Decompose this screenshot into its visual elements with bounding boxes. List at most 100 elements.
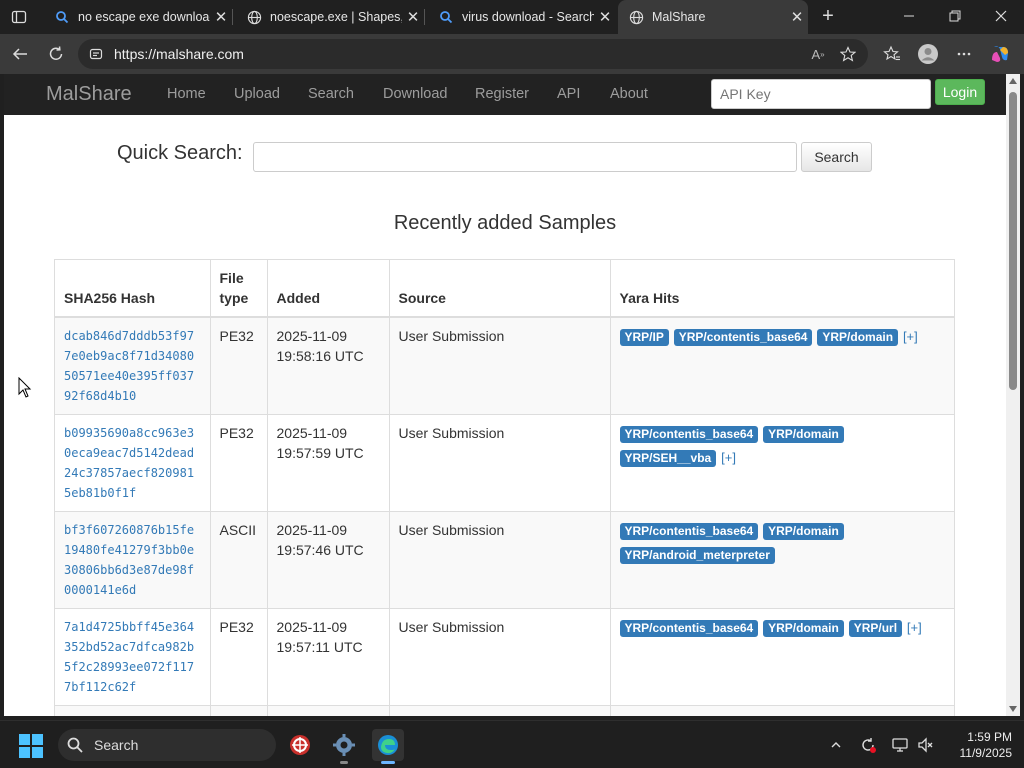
added-cell: 2025-11-09 19:57:59 UTC (267, 414, 390, 512)
nav-search[interactable]: Search (308, 86, 354, 102)
hash-link[interactable]: dcab846d7dddb53f977e0eb9ac8f71d340805057… (64, 326, 201, 406)
search-icon (438, 9, 454, 25)
taskbar-search-label: Search (94, 737, 139, 753)
search-icon (54, 9, 70, 25)
close-tab-icon[interactable]: ✕ (210, 6, 232, 28)
samples-heading: Recently added Samples (393, 212, 617, 234)
taskbar-app-red-icon[interactable] (284, 729, 316, 761)
web-page: MalShare Home Upload Search Download Reg… (4, 74, 1006, 716)
url-field[interactable]: https://malshare.com A» (78, 39, 868, 69)
volume-muted-icon[interactable] (916, 735, 936, 755)
show-hidden-icons-chevron-icon[interactable] (826, 735, 846, 755)
yara-tag[interactable]: YRP/url (848, 620, 903, 637)
yara-tag[interactable]: YRP/domain (763, 620, 844, 637)
site-info-icon[interactable] (88, 46, 104, 62)
tab-separator (232, 9, 233, 25)
column-header-added: Added (267, 260, 390, 318)
yara-tag[interactable]: YRP/contentis_base64 (619, 523, 759, 540)
yara-tag[interactable]: YRP/domain (763, 426, 844, 443)
tab-no-escape-search[interactable]: no escape exe download ✕ (44, 2, 233, 32)
minimize-icon[interactable] (886, 0, 932, 32)
yara-tag[interactable]: YRP/IP (619, 329, 669, 346)
yara-tag[interactable]: YRP/android_meterpreter (619, 547, 775, 564)
file-type-cell: PE32 (210, 414, 268, 512)
nav-home[interactable]: Home (167, 86, 206, 102)
hash-link[interactable]: 7a1d4725bbff45e364352bd52ac7dfca982b5f2c… (64, 617, 201, 697)
yara-tag[interactable]: YRP/domain (817, 329, 899, 346)
tab-virus-download-search[interactable]: virus download - Search ✕ (428, 2, 616, 32)
added-cell: 2025-11-09 19:57:11 UTC (267, 608, 390, 706)
nav-download[interactable]: Download (383, 86, 448, 102)
windows-start-icon[interactable] (18, 733, 44, 759)
nav-about[interactable]: About (610, 86, 648, 102)
copilot-icon[interactable] (988, 42, 1012, 66)
tab-label: MalShare (652, 10, 706, 24)
expand-tags-link[interactable]: [+] (721, 450, 736, 465)
back-icon[interactable] (8, 42, 32, 66)
favorites-icon[interactable] (880, 42, 904, 66)
close-window-icon[interactable] (978, 0, 1024, 32)
favorite-star-icon[interactable] (838, 44, 858, 64)
tab-actions-icon[interactable] (4, 4, 34, 30)
profile-avatar[interactable] (916, 42, 940, 66)
tab-noescape-shapes[interactable]: noescape.exe | Shapes, I ✕ (236, 2, 425, 32)
new-tab-icon[interactable]: + (816, 4, 840, 28)
windows-taskbar: Search 1:59 PM 11/9/2025 (0, 720, 1024, 768)
nav-register[interactable]: Register (475, 86, 529, 102)
table-row: b09935690a8cc963e30eca9eac7d5142dead24c3… (55, 414, 954, 512)
hash-link[interactable]: b09935690a8cc963e30eca9eac7d5142dead24c3… (64, 423, 201, 503)
tab-label: no escape exe download (78, 10, 210, 24)
yara-tag[interactable]: YRP/contentis_base64 (619, 426, 759, 443)
site-brand-link[interactable]: MalShare (46, 83, 132, 106)
taskbar-settings-icon[interactable] (328, 729, 360, 764)
network-icon[interactable] (890, 735, 910, 755)
running-indicator (340, 761, 348, 764)
close-tab-icon[interactable]: ✕ (786, 6, 808, 28)
api-key-input[interactable] (711, 79, 931, 109)
tab-malshare[interactable]: MalShare ✕ (618, 0, 808, 34)
scrollbar-thumb[interactable] (1009, 92, 1017, 390)
quick-search-button[interactable]: Search (801, 142, 872, 172)
table-row: bf3f607260876b15fe19480fe41279f3bb0e3080… (55, 511, 954, 609)
added-cell: 2025-11-09 19:57:46 UTC (267, 511, 390, 609)
page-scrollbar[interactable] (1006, 74, 1020, 716)
taskbar-search-box[interactable]: Search (58, 729, 276, 761)
mouse-cursor-icon (18, 377, 32, 398)
site-navbar: MalShare Home Upload Search Download Reg… (4, 74, 1006, 115)
added-cell: 2025-11-09 19:58:16 UTC (267, 317, 390, 415)
more-options-icon[interactable] (952, 42, 976, 66)
taskbar-edge-icon[interactable] (372, 729, 404, 764)
quick-search-input[interactable] (253, 142, 797, 172)
yara-tag[interactable]: YRP/SEH__vba (619, 450, 717, 467)
clock-time: 1:59 PM (967, 730, 1012, 744)
login-button[interactable]: Login (935, 79, 985, 105)
nav-upload[interactable]: Upload (234, 86, 280, 102)
refresh-icon[interactable] (44, 42, 68, 66)
taskbar-clock[interactable]: 1:59 PM 11/9/2025 (940, 729, 1013, 761)
tab-label: virus download - Search (462, 10, 594, 24)
source-cell: User Submission (389, 608, 611, 706)
yara-tag[interactable]: YRP/contentis_base64 (673, 329, 813, 346)
expand-tags-link[interactable]: [+] (903, 329, 918, 344)
nav-api[interactable]: API (557, 86, 580, 102)
yara-tag[interactable]: YRP/domain (763, 523, 844, 540)
file-type-cell: ASCII (210, 511, 268, 609)
close-tab-icon[interactable]: ✕ (402, 6, 424, 28)
expand-tags-link[interactable]: [+] (907, 620, 922, 635)
quick-search-label: Quick Search: (117, 142, 243, 164)
table-row: 7a1d4725bbff45e364352bd52ac7dfca982b5f2c… (55, 608, 954, 706)
search-icon (67, 737, 83, 753)
table-header-row: SHA256 Hash File type Added Source Yara … (55, 260, 954, 318)
column-header-hash: SHA256 Hash (55, 260, 211, 318)
hash-link[interactable]: bf3f607260876b15fe19480fe41279f3bb0e3080… (64, 520, 201, 600)
scroll-down-icon[interactable] (1009, 706, 1017, 712)
address-bar: https://malshare.com A» (0, 34, 1024, 74)
close-tab-icon[interactable]: ✕ (594, 6, 616, 28)
yara-hits-cell: YRP/IP YRP/contentis_base64 YRP/domain [… (610, 317, 954, 415)
scroll-up-icon[interactable] (1009, 78, 1017, 84)
read-aloud-icon[interactable]: A» (808, 44, 828, 64)
yara-tag[interactable]: YRP/contentis_base64 (619, 620, 759, 637)
yara-hits-cell: YRP/contentis_base64 YRP/domain YRP/andr… (610, 511, 954, 609)
restore-icon[interactable] (932, 0, 978, 32)
sync-status-icon[interactable] (858, 735, 878, 755)
